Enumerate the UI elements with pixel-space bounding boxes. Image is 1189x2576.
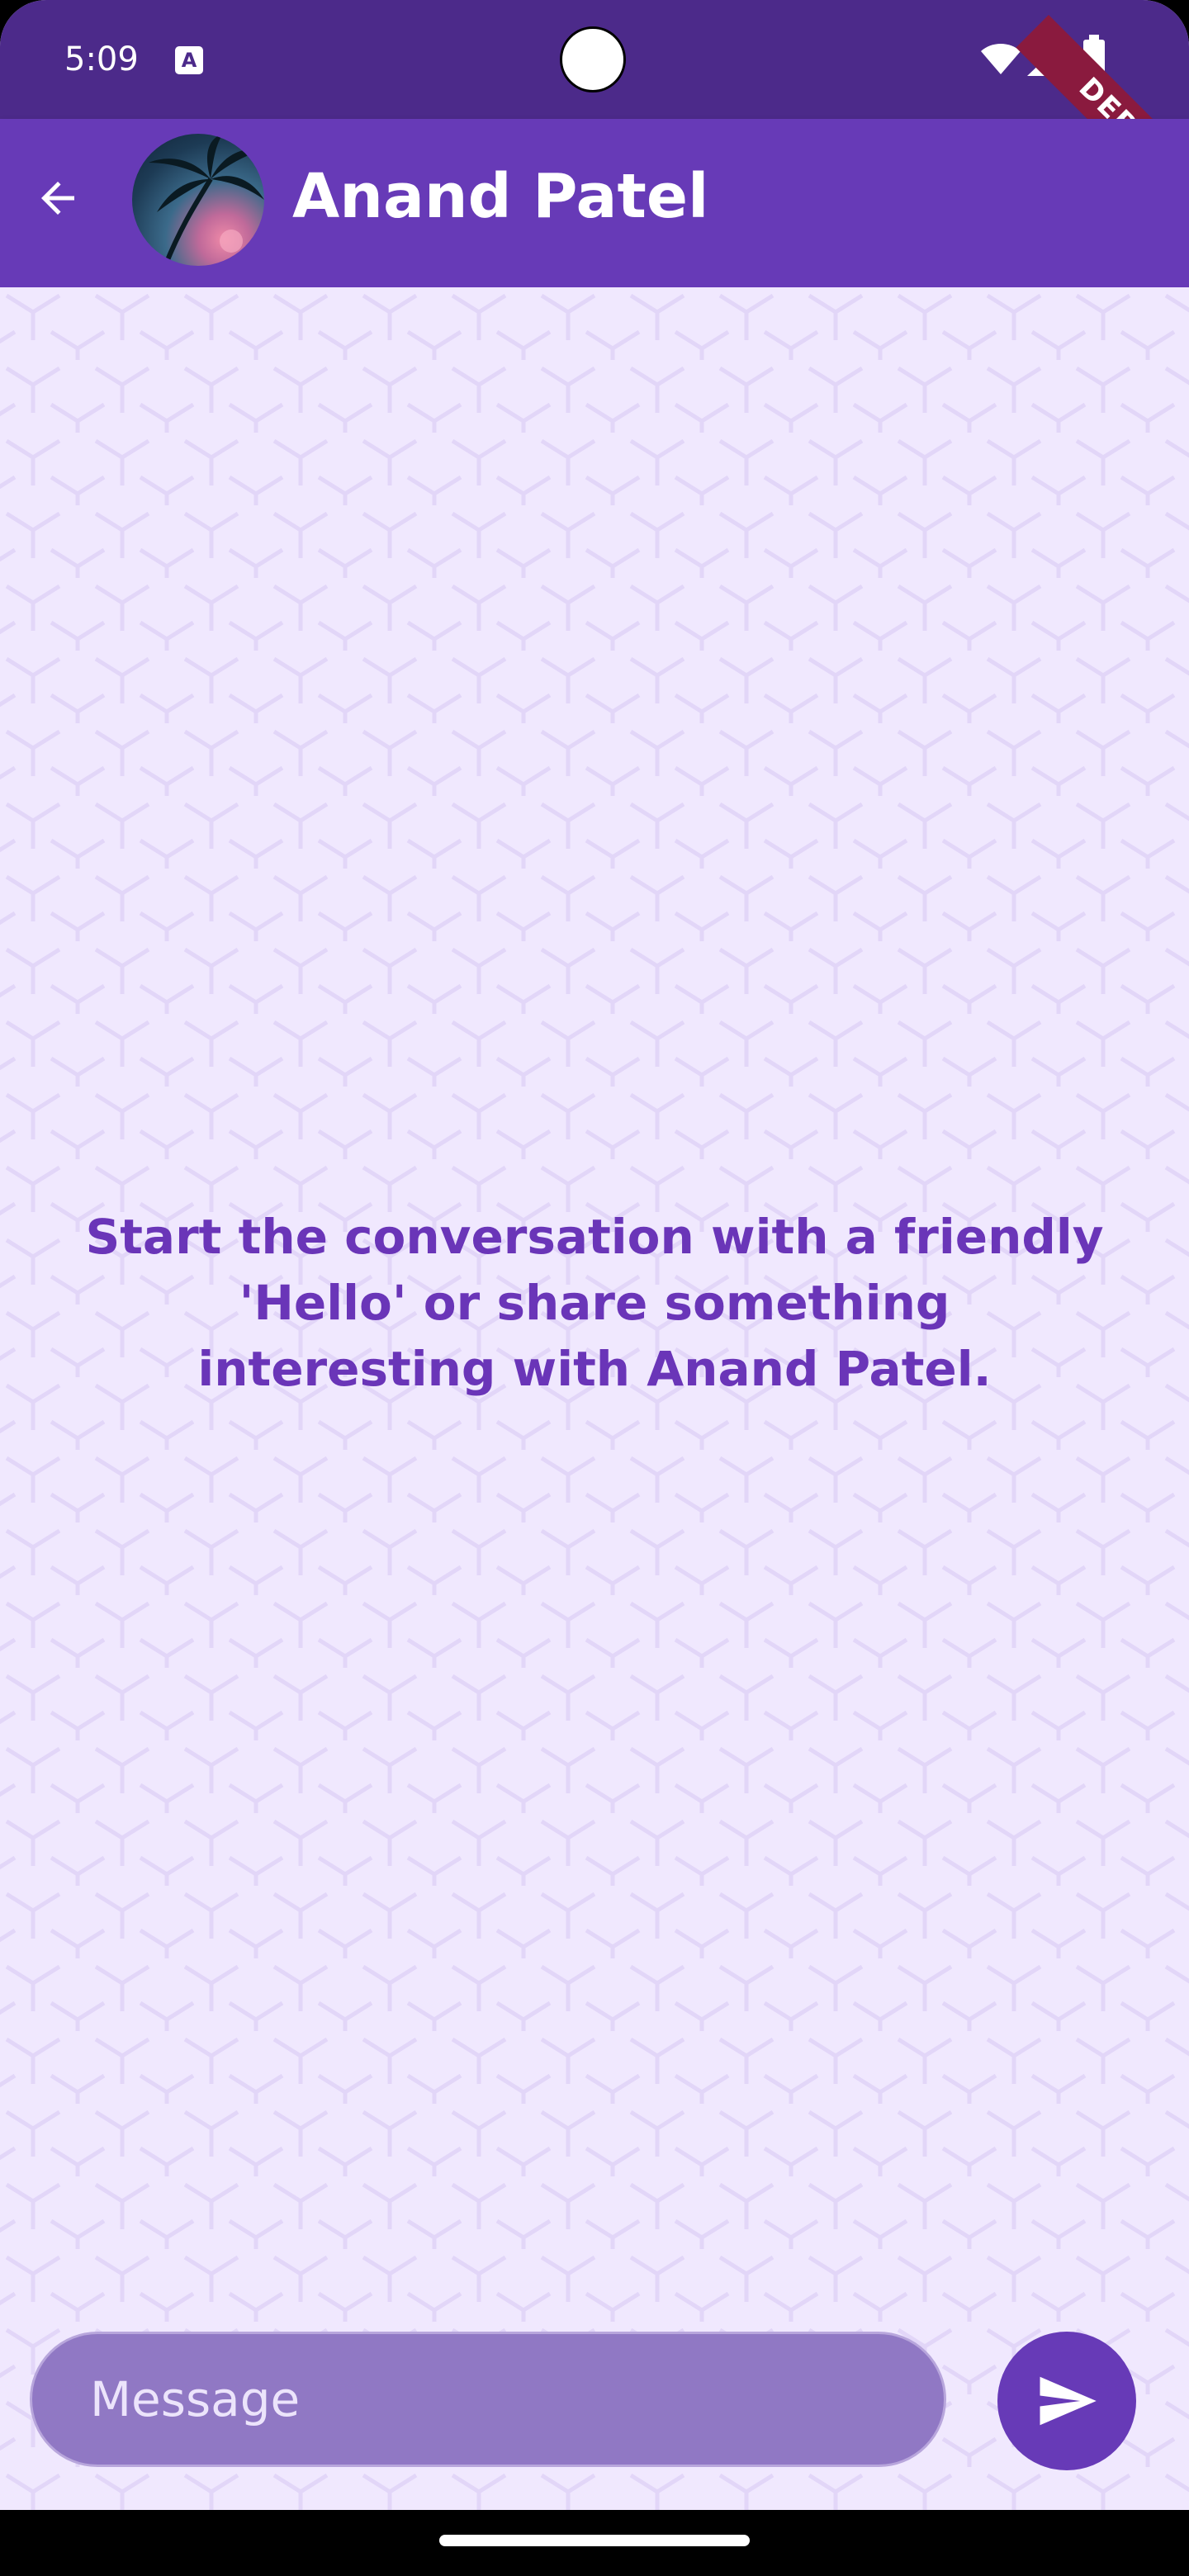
camera-cutout bbox=[560, 26, 626, 92]
message-composer bbox=[0, 2318, 1189, 2510]
avatar[interactable] bbox=[132, 134, 264, 266]
send-icon bbox=[1040, 2376, 1097, 2426]
chat-screen: 5:09 A DEBUG bbox=[0, 0, 1189, 2510]
back-button[interactable] bbox=[25, 165, 91, 231]
arrow-left-icon bbox=[41, 182, 74, 215]
system-navigation-bar bbox=[0, 2510, 1189, 2576]
status-bar: 5:09 A DEBUG bbox=[0, 0, 1189, 234]
chat-area: Start the conversation with a friendly '… bbox=[0, 287, 1189, 2510]
wifi-icon bbox=[981, 44, 1021, 74]
contact-name[interactable]: Anand Patel bbox=[292, 155, 708, 238]
app-bar: Anand Patel bbox=[0, 119, 1189, 287]
status-time: 5:09 bbox=[64, 40, 139, 78]
send-button[interactable] bbox=[997, 2332, 1136, 2470]
empty-state-message: Start the conversation with a friendly '… bbox=[85, 1209, 1104, 1397]
home-indicator[interactable] bbox=[439, 2535, 750, 2546]
palm-tree-photo bbox=[149, 134, 264, 266]
a-notification-icon: A bbox=[175, 46, 203, 74]
message-input[interactable] bbox=[30, 2332, 946, 2467]
